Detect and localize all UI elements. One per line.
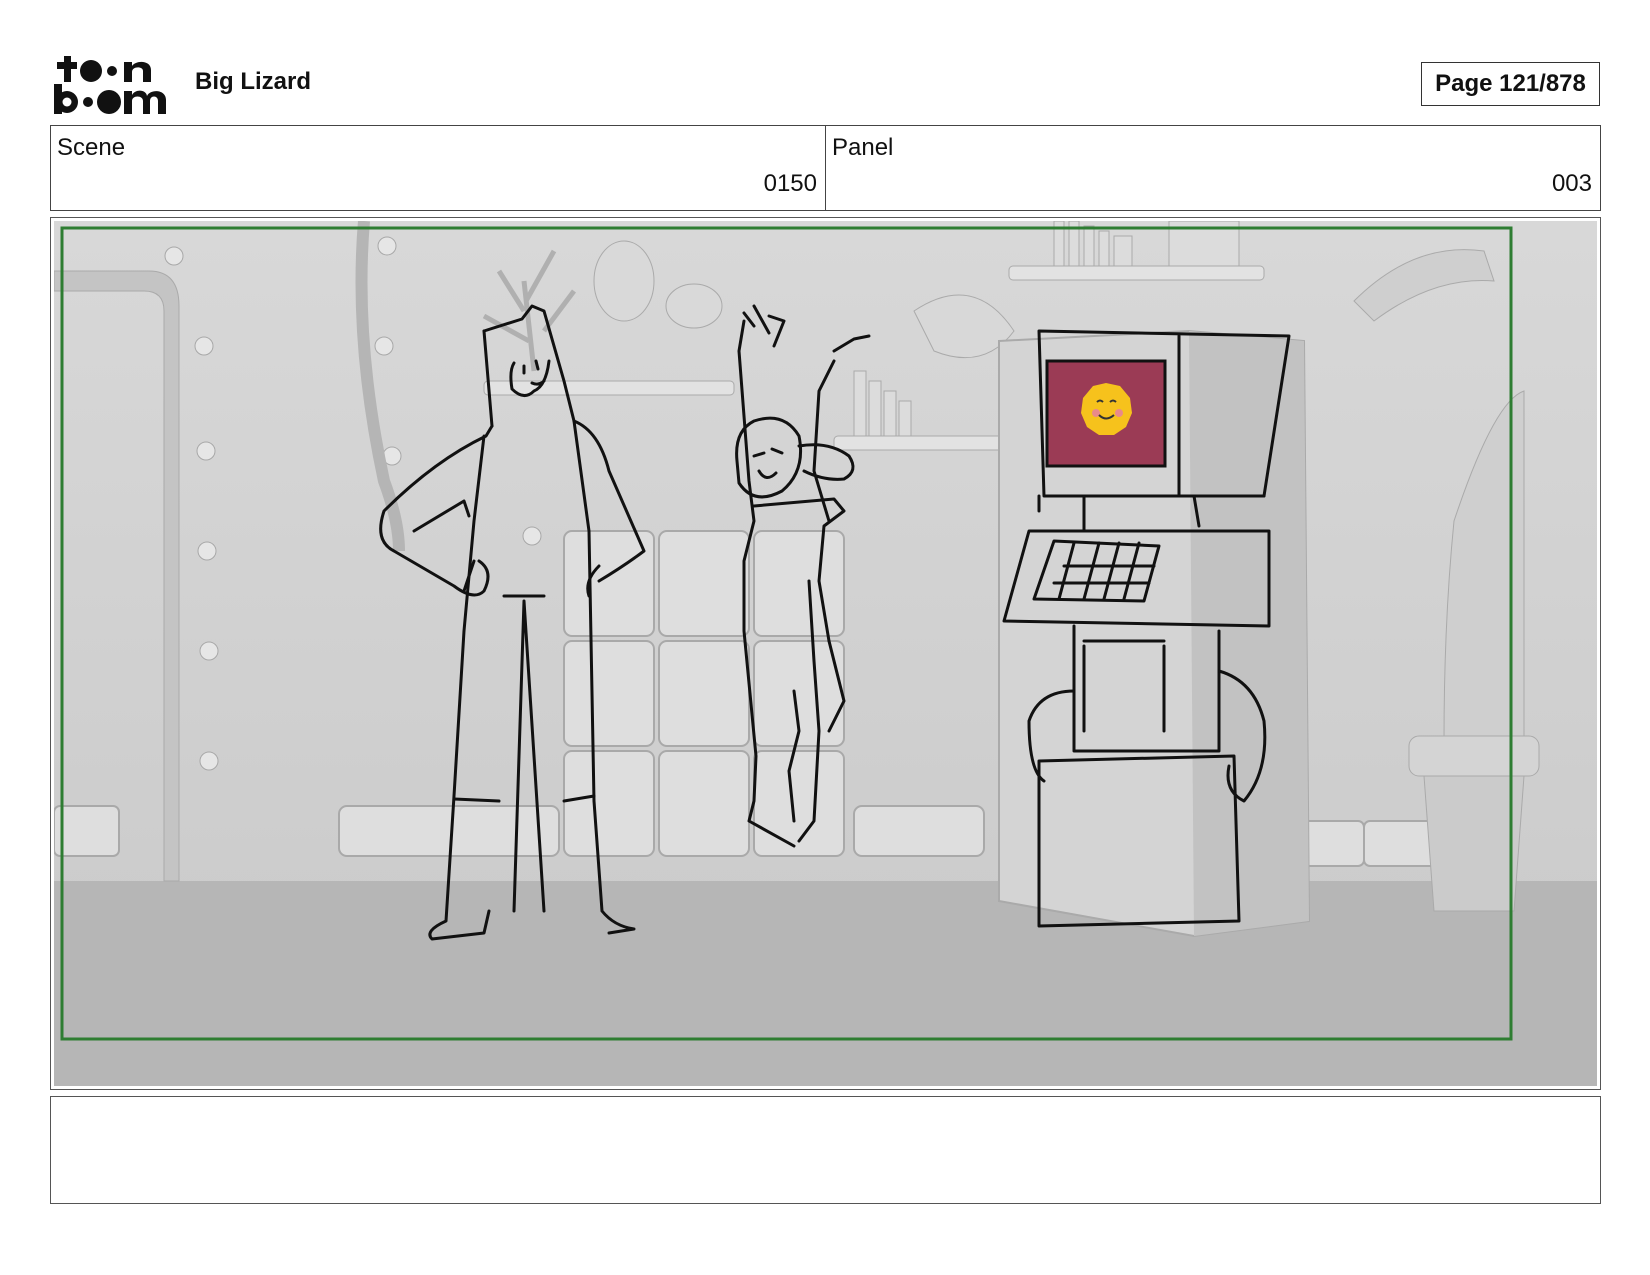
scene-label: Scene	[57, 134, 126, 161]
storyboard-sketch-image	[54, 221, 1597, 1086]
scene-panel-table: Scene 0150 Panel 003	[50, 125, 1601, 211]
page-number: Page 121/878	[1421, 62, 1600, 106]
panel-label: Panel	[832, 134, 894, 161]
scene-value: 0150	[763, 170, 817, 197]
panel-value: 003	[1551, 170, 1592, 197]
panel-frame	[50, 217, 1601, 1090]
scene-cell: Scene 0150	[51, 126, 825, 210]
toonboom-logo	[54, 54, 170, 116]
panel-notes-box	[50, 1096, 1601, 1204]
panel-cell: Panel 003	[825, 126, 1600, 210]
project-title: Big Lizard	[195, 68, 312, 95]
